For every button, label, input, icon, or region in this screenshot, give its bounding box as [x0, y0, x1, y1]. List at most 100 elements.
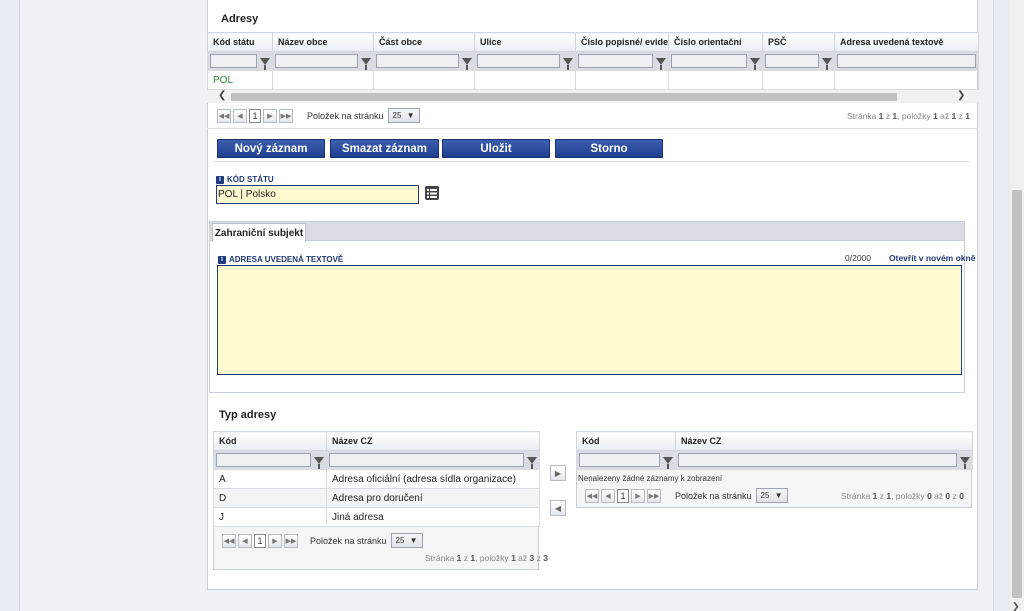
save-button[interactable]: Uložit: [442, 139, 550, 158]
filter-icon[interactable]: [822, 57, 832, 70]
pager-info-of: z: [536, 553, 541, 563]
filter-icon[interactable]: [361, 57, 371, 70]
filter-input-address-text[interactable]: [837, 54, 976, 68]
table-row[interactable]: D Adresa pro doručení: [213, 488, 540, 508]
filter-icon[interactable]: [462, 57, 472, 70]
list-picker-icon[interactable]: [425, 186, 439, 200]
filter-icon[interactable]: [663, 456, 673, 469]
prev-page-icon[interactable]: ◀: [233, 108, 247, 123]
filter-icon[interactable]: [527, 456, 537, 469]
address-text-area[interactable]: [217, 265, 962, 375]
address-type-available-table: Kód Název CZ A Adresa oficiální (adresa …: [213, 431, 540, 527]
per-page-select[interactable]: 25 ▼: [390, 533, 423, 548]
filter-icon[interactable]: [314, 456, 324, 469]
filter-input-postal-code[interactable]: [765, 54, 819, 68]
divider: [207, 128, 978, 129]
page-number-input[interactable]: 1: [617, 488, 629, 503]
page-number-input[interactable]: 1: [254, 533, 266, 548]
scroll-left-icon[interactable]: ❮: [218, 90, 226, 101]
last-page-icon[interactable]: ▶▶: [284, 533, 298, 548]
filter-input-code[interactable]: [216, 453, 311, 467]
cell-country-code[interactable]: POL: [207, 70, 273, 90]
cell-code[interactable]: D: [213, 488, 327, 508]
column-header-code[interactable]: Kód: [213, 431, 327, 451]
column-header-name-cz[interactable]: Název CZ: [675, 431, 973, 451]
cell-name-cz[interactable]: Adresa oficiální (adresa sídla organizac…: [326, 469, 540, 489]
addresses-table: Kód státu Název obce Část obce Ulice Čís…: [207, 32, 979, 90]
next-page-icon[interactable]: ▶: [263, 108, 277, 123]
page-number-input[interactable]: 1: [249, 108, 261, 123]
column-header-country-code[interactable]: Kód státu: [207, 32, 273, 52]
filter-icon[interactable]: [750, 57, 760, 70]
new-record-button[interactable]: Nový záznam: [217, 139, 325, 158]
cell-house-number[interactable]: [575, 70, 669, 90]
cancel-button[interactable]: Storno: [555, 139, 663, 158]
filter-icon[interactable]: [656, 57, 666, 70]
table-row[interactable]: POL: [207, 70, 979, 90]
per-page-select[interactable]: 25 ▼: [755, 488, 788, 503]
cell-municipality-part[interactable]: [373, 70, 475, 90]
cell-municipality[interactable]: [272, 70, 374, 90]
per-page-value: 25: [760, 491, 770, 500]
prev-page-icon[interactable]: ◀: [238, 533, 252, 548]
filter-icon[interactable]: [563, 57, 573, 70]
column-header-address-text[interactable]: Adresa uvedená textově: [834, 32, 979, 52]
country-code-input[interactable]: POL | Polsko: [216, 185, 419, 204]
first-page-icon[interactable]: ◀◀: [585, 488, 599, 503]
per-page-select[interactable]: 25 ▼: [387, 108, 420, 123]
filter-icon[interactable]: [260, 57, 270, 70]
filter-icon[interactable]: [960, 456, 970, 469]
column-header-code[interactable]: Kód: [576, 431, 676, 451]
cell-code[interactable]: J: [213, 507, 327, 527]
info-icon: i: [216, 175, 224, 184]
column-header-municipality[interactable]: Název obce: [272, 32, 374, 52]
cell-code[interactable]: A: [213, 469, 327, 489]
filter-input-street[interactable]: [477, 54, 560, 68]
column-header-municipality-part[interactable]: Část obce: [373, 32, 475, 52]
table-row[interactable]: J Jiná adresa: [213, 507, 540, 527]
filter-input-municipality[interactable]: [275, 54, 358, 68]
open-in-new-window-link[interactable]: Otevřít v novém okně: [889, 253, 975, 263]
per-page-label: Položek na stránku: [310, 535, 387, 546]
column-header-orientation-number[interactable]: Číslo orientační: [668, 32, 763, 52]
filter-input-name-cz[interactable]: [329, 453, 524, 467]
filter-input-country-code[interactable]: [210, 54, 257, 68]
first-page-icon[interactable]: ◀◀: [217, 108, 231, 123]
cell-orientation-number[interactable]: [668, 70, 763, 90]
cell-address-text[interactable]: [834, 70, 979, 90]
last-page-icon[interactable]: ▶▶: [279, 108, 293, 123]
empty-message: Nenalezeny žádné záznamy k zobrazení: [578, 474, 723, 483]
next-page-icon[interactable]: ▶: [631, 488, 645, 503]
filter-input-orientation-number[interactable]: [671, 54, 747, 68]
cell-postal-code[interactable]: [762, 70, 835, 90]
addresses-title: Adresy: [221, 13, 259, 25]
filter-input-house-number[interactable]: [578, 54, 653, 68]
prev-page-icon[interactable]: ◀: [601, 488, 615, 503]
delete-record-button[interactable]: Smazat záznam: [330, 139, 439, 158]
move-left-icon[interactable]: ◀: [550, 500, 566, 516]
next-page-icon[interactable]: ▶: [268, 533, 282, 548]
filter-input-name-cz[interactable]: [678, 453, 957, 467]
table-row[interactable]: A Adresa oficiální (adresa sídla organiz…: [213, 469, 540, 489]
last-page-icon[interactable]: ▶▶: [647, 488, 661, 503]
scroll-down-icon[interactable]: ❯: [1012, 601, 1020, 611]
cell-name-cz[interactable]: Jiná adresa: [326, 507, 540, 527]
horizontal-scroll-thumb[interactable]: [231, 93, 897, 101]
horizontal-scrollbar[interactable]: ❮ ❯: [207, 90, 978, 103]
first-page-icon[interactable]: ◀◀: [222, 533, 236, 548]
scroll-right-icon[interactable]: ❯: [957, 90, 965, 101]
per-page-value: 25: [392, 111, 402, 120]
column-header-name-cz[interactable]: Název CZ: [326, 431, 540, 451]
page-scroll-thumb[interactable]: [1012, 190, 1022, 598]
tab-foreign-subject[interactable]: Zahraniční subjekt: [212, 223, 306, 242]
filter-input-municipality-part[interactable]: [376, 54, 459, 68]
column-header-postal-code[interactable]: PSČ: [762, 32, 835, 52]
pager-info-to: 0: [945, 491, 951, 501]
address-text-label-text: ADRESA UVEDENÁ TEXTOVĚ: [229, 255, 344, 264]
cell-street[interactable]: [474, 70, 576, 90]
filter-input-code[interactable]: [579, 453, 660, 467]
move-right-icon[interactable]: ▶: [550, 465, 566, 481]
column-header-street[interactable]: Ulice: [474, 32, 576, 52]
cell-name-cz[interactable]: Adresa pro doručení: [326, 488, 540, 508]
column-header-house-number[interactable]: Číslo popisné/ evidenční: [575, 32, 669, 52]
